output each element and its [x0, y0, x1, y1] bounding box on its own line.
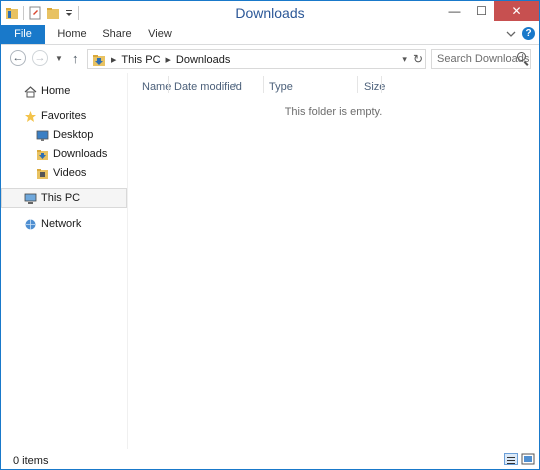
- network-icon: [24, 218, 37, 231]
- details-view-button[interactable]: [504, 453, 518, 465]
- refresh-icon[interactable]: ↻: [413, 52, 423, 66]
- address-dropdown-icon[interactable]: ▾: [402, 54, 407, 65]
- forward-button[interactable]: →: [32, 50, 48, 66]
- status-bar: 0 items: [1, 449, 539, 469]
- tab-view[interactable]: View: [143, 25, 177, 44]
- column-header-date-modified[interactable]: ▲ Date modified: [174, 77, 242, 97]
- star-icon: [24, 110, 37, 123]
- sidebar-item-label: Downloads: [53, 148, 108, 160]
- sidebar-item-desktop[interactable]: Desktop: [1, 125, 126, 145]
- tab-share[interactable]: Share: [99, 25, 135, 44]
- ribbon-tabs: File Home Share View ?: [1, 25, 539, 45]
- column-divider[interactable]: [263, 76, 264, 93]
- sort-arrow-icon: ▲: [232, 82, 238, 88]
- sidebar-item-home[interactable]: Home: [1, 81, 126, 101]
- navigation-pane: Home Favorites Desktop Downloads Videos: [1, 73, 128, 449]
- close-button[interactable]: ✕: [494, 1, 539, 21]
- ribbon-controls: ?: [506, 27, 535, 40]
- file-list: Name ▲ Date modified Type Size This fold…: [128, 73, 539, 449]
- search-placeholder: Search Downloads: [437, 53, 530, 65]
- search-icon[interactable]: [517, 52, 526, 61]
- sidebar-item-label: Network: [41, 218, 82, 230]
- minimize-button[interactable]: —: [441, 1, 468, 21]
- sidebar-item-downloads[interactable]: Downloads: [1, 144, 126, 164]
- computer-icon: [24, 192, 37, 205]
- address-controls: ▾ ↻: [402, 51, 423, 67]
- column-divider[interactable]: [168, 76, 169, 93]
- downloads-location-icon: [92, 53, 106, 67]
- tab-home[interactable]: Home: [53, 25, 91, 44]
- back-button[interactable]: ←: [10, 50, 26, 66]
- up-button[interactable]: ↑: [72, 51, 79, 66]
- navigation-bar: ← → ▼ ↑ ▶ This PC ▶ Downloads ▾ ↻ Search…: [1, 45, 539, 73]
- breadcrumb-separator[interactable]: ▶: [111, 56, 116, 64]
- column-header-type[interactable]: Type: [269, 77, 293, 97]
- sidebar-item-favorites[interactable]: Favorites: [1, 106, 126, 126]
- breadcrumb-downloads[interactable]: Downloads: [176, 54, 230, 66]
- maximize-button[interactable]: ☐: [468, 1, 495, 21]
- tab-file[interactable]: File: [1, 25, 45, 44]
- sidebar-item-label: Desktop: [53, 129, 94, 141]
- sidebar-item-label: Favorites: [41, 110, 87, 122]
- videos-folder-icon: [36, 167, 49, 180]
- address-bar[interactable]: ▶ This PC ▶ Downloads ▾ ↻: [87, 49, 426, 69]
- sidebar-item-label: This PC: [41, 192, 81, 204]
- sidebar-item-network[interactable]: Network: [1, 214, 126, 234]
- breadcrumb-this-pc[interactable]: This PC: [121, 54, 160, 66]
- sidebar-item-this-pc[interactable]: This PC: [1, 188, 127, 208]
- home-icon: [24, 85, 37, 98]
- empty-folder-message: This folder is empty.: [284, 106, 383, 118]
- breadcrumb-separator[interactable]: ▶: [166, 56, 171, 64]
- column-header-size[interactable]: Size: [364, 77, 385, 97]
- item-count: 0 items: [13, 455, 49, 467]
- title-bar: Downloads — ☐ ✕: [1, 1, 539, 25]
- large-icons-view-button[interactable]: [521, 453, 535, 465]
- chevron-down-icon[interactable]: [506, 27, 516, 40]
- downloads-folder-icon: [36, 148, 49, 161]
- desktop-icon: [36, 129, 49, 142]
- sidebar-item-label: Home: [41, 85, 71, 97]
- column-header-name[interactable]: Name: [142, 77, 171, 97]
- explorer-window: Downloads — ☐ ✕ File Home Share View ? ←…: [0, 0, 540, 470]
- search-input[interactable]: Search Downloads: [431, 49, 531, 69]
- sidebar-item-label: Videos: [53, 167, 87, 179]
- sidebar-item-videos[interactable]: Videos: [1, 163, 126, 183]
- breadcrumb: ▶ This PC ▶ Downloads: [92, 52, 230, 68]
- help-button[interactable]: ?: [522, 27, 535, 40]
- column-divider[interactable]: [381, 76, 382, 93]
- recent-locations-button[interactable]: ▼: [55, 54, 63, 63]
- column-divider[interactable]: [357, 76, 358, 93]
